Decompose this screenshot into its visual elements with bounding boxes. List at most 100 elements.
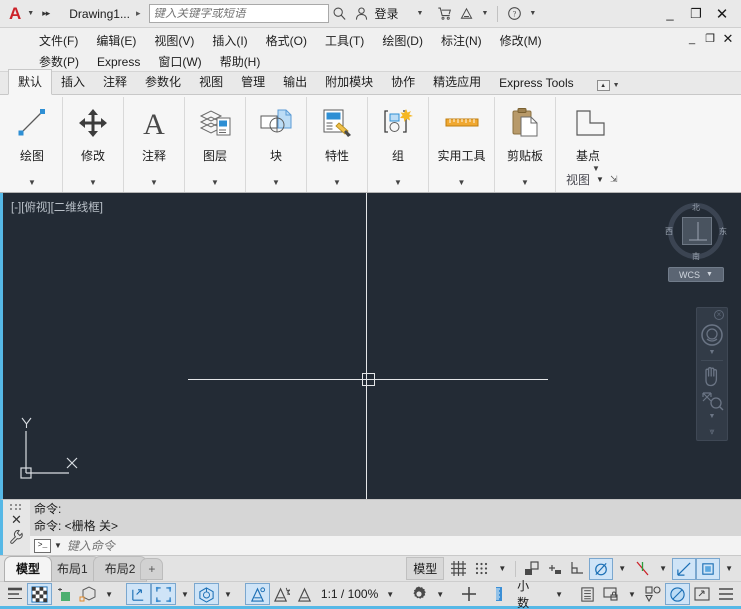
model-space-button[interactable]: 模型: [406, 557, 445, 580]
ribbon-view-group[interactable]: 视图 ▼ ⇲: [566, 171, 617, 188]
units-icon[interactable]: [489, 583, 511, 605]
ribbon-tab-output[interactable]: 输出: [274, 70, 316, 94]
gizmo-dropdown-icon[interactable]: ▼: [219, 583, 237, 605]
wrench-icon[interactable]: [9, 529, 24, 544]
ribbon-panel-clipboard[interactable]: 剪贴板 ▼: [495, 97, 556, 192]
help-icon[interactable]: ?: [503, 3, 525, 25]
command-prompt-icon[interactable]: >_: [34, 538, 51, 553]
menu-tools[interactable]: 工具(T): [316, 30, 373, 51]
viewcube-top-face[interactable]: [682, 217, 712, 245]
ribbon-view-dialog-launcher-icon[interactable]: ⇲: [610, 174, 618, 185]
annotation-scale-value[interactable]: 1:1 / 100%: [316, 587, 381, 601]
workspace-gear-icon[interactable]: [407, 583, 431, 605]
ribbon-tab-view[interactable]: 视图: [190, 70, 232, 94]
layout-tab-add[interactable]: +: [140, 557, 164, 580]
ribbon-panel-utilities[interactable]: 实用工具 ▼: [429, 97, 495, 192]
object-snap-dropdown-icon[interactable]: ▼: [613, 558, 631, 580]
wcs-selector[interactable]: WCS ▼: [668, 267, 724, 282]
ribbon-tab-express-tools[interactable]: Express Tools: [490, 73, 582, 94]
quick-properties-icon[interactable]: [576, 583, 599, 605]
ribbon-tab-featured[interactable]: 精选应用: [424, 70, 490, 94]
ribbon-tab-manage[interactable]: 管理: [232, 70, 274, 94]
minimize-button[interactable]: _: [657, 2, 683, 26]
menu-edit[interactable]: 编辑(E): [87, 30, 145, 51]
lock-ui-icon[interactable]: [599, 583, 623, 605]
ucs-icon[interactable]: [672, 557, 697, 580]
object-snap-tracking-icon[interactable]: [631, 558, 654, 580]
annotation-scale-icon[interactable]: [293, 583, 316, 605]
object-snap-icon[interactable]: [589, 557, 614, 580]
ribbon-minimize-icon[interactable]: ▲: [596, 80, 610, 91]
grid-display-icon[interactable]: [447, 558, 470, 580]
quick-access-overflow-icon[interactable]: ▸▸: [38, 8, 55, 19]
login-label[interactable]: 登录: [373, 5, 399, 22]
ribbon-panel-group-expand[interactable]: ▼: [368, 179, 428, 187]
ribbon-tab-insert[interactable]: 插入: [52, 70, 94, 94]
close-icon[interactable]: ✕: [11, 513, 22, 526]
ribbon-minimize-control[interactable]: ▲ ▼: [596, 80, 620, 94]
sel-filter-dropdown-icon[interactable]: ▼: [176, 583, 194, 605]
command-input[interactable]: [66, 538, 387, 553]
ribbon-tab-addins[interactable]: 附加模块: [316, 70, 382, 94]
menu-window[interactable]: 窗口(W): [149, 51, 210, 72]
viewcube-east-label[interactable]: 东: [719, 226, 727, 237]
units-dropdown-icon[interactable]: ▼: [535, 583, 568, 605]
search-input[interactable]: [153, 7, 324, 20]
autoscale-icon[interactable]: [270, 583, 293, 605]
orbit-icon[interactable]: ⩔: [709, 427, 714, 436]
navigation-bar[interactable]: × ▼ ▼ ⩔: [696, 307, 728, 441]
layout-tab-layout1[interactable]: 布局1: [45, 555, 100, 582]
gizmo-icon[interactable]: [193, 583, 219, 605]
autodesk-dropdown-icon[interactable]: ▼: [477, 10, 492, 17]
ribbon-tab-parametric[interactable]: 参数化: [136, 70, 190, 94]
ribbon-panel-properties[interactable]: 特性 ▼: [307, 97, 368, 192]
cart-icon[interactable]: [433, 3, 455, 25]
command-prompt-dropdown-icon[interactable]: ▼: [51, 541, 67, 550]
navbar-close-icon[interactable]: ×: [714, 310, 724, 320]
scale-dropdown-icon[interactable]: ▼: [381, 583, 399, 605]
dynamic-ucs-icon[interactable]: [126, 583, 152, 605]
ribbon-panel-annotation-expand[interactable]: ▼: [124, 179, 184, 187]
quick-access-dropdown-icon[interactable]: ▼: [23, 10, 38, 17]
ribbon-panel-block-expand[interactable]: ▼: [246, 179, 306, 187]
ribbon-tab-collaborate[interactable]: 协作: [382, 70, 424, 94]
menu-express[interactable]: Express: [88, 53, 149, 71]
close-button[interactable]: ✕: [709, 2, 735, 26]
mdi-close-button[interactable]: ✕: [719, 30, 737, 47]
viewcube-west-label[interactable]: 西: [665, 226, 673, 237]
ribbon-panel-modify-expand[interactable]: ▼: [63, 179, 123, 187]
viewcube-south-label[interactable]: 南: [692, 251, 700, 262]
ribbon-panel-draw-expand[interactable]: ▼: [2, 179, 62, 187]
zoom-extents-icon[interactable]: [700, 390, 724, 412]
menu-file[interactable]: 文件(F): [30, 30, 87, 51]
ribbon-panel-properties-expand[interactable]: ▼: [307, 179, 367, 187]
ribbon-panel-draw[interactable]: 绘图 ▼: [2, 97, 63, 192]
lineweight-icon[interactable]: [3, 583, 27, 605]
menu-draw[interactable]: 绘图(D): [373, 30, 432, 51]
ribbon-tab-home[interactable]: 默认: [8, 69, 53, 95]
polar-tracking-icon[interactable]: [543, 558, 566, 580]
snap-dropdown-icon[interactable]: ▼: [493, 558, 511, 580]
command-input-row[interactable]: >_ ▼: [30, 536, 741, 555]
ribbon-panel-annotation[interactable]: A 注释 ▼: [124, 97, 185, 192]
command-history[interactable]: 命令: 命令: <栅格 关>: [30, 500, 741, 536]
ribbon-view-dropdown-icon[interactable]: ▼: [596, 175, 604, 184]
ribbon-panel-block[interactable]: 块 ▼: [246, 97, 307, 192]
transparency-icon[interactable]: [27, 583, 53, 605]
ribbon-minimize-dropdown-icon[interactable]: ▼: [610, 82, 620, 89]
layout-tab-layout2[interactable]: 布局2: [92, 555, 148, 582]
annotation-visibility-icon[interactable]: [244, 583, 270, 605]
maximize-button[interactable]: ❐: [683, 2, 709, 26]
layout-tab-model[interactable]: 模型: [4, 555, 53, 582]
3d-osnap-dropdown-icon[interactable]: ▼: [100, 583, 118, 605]
selection-filter-icon[interactable]: [151, 583, 177, 605]
mdi-minimize-button[interactable]: _: [683, 30, 701, 47]
ribbon-panel-utilities-expand[interactable]: ▼: [429, 179, 494, 187]
ribbon-panel-modify[interactable]: 修改 ▼: [63, 97, 124, 192]
account-dropdown-icon[interactable]: ▼: [399, 10, 434, 17]
ribbon-panel-group[interactable]: 组 ▼: [368, 97, 429, 192]
help-dropdown-icon[interactable]: ▼: [525, 10, 540, 17]
units-value[interactable]: 小数: [511, 577, 535, 609]
ribbon-tab-annotate[interactable]: 注释: [94, 70, 136, 94]
pan-hand-icon[interactable]: [700, 364, 724, 388]
